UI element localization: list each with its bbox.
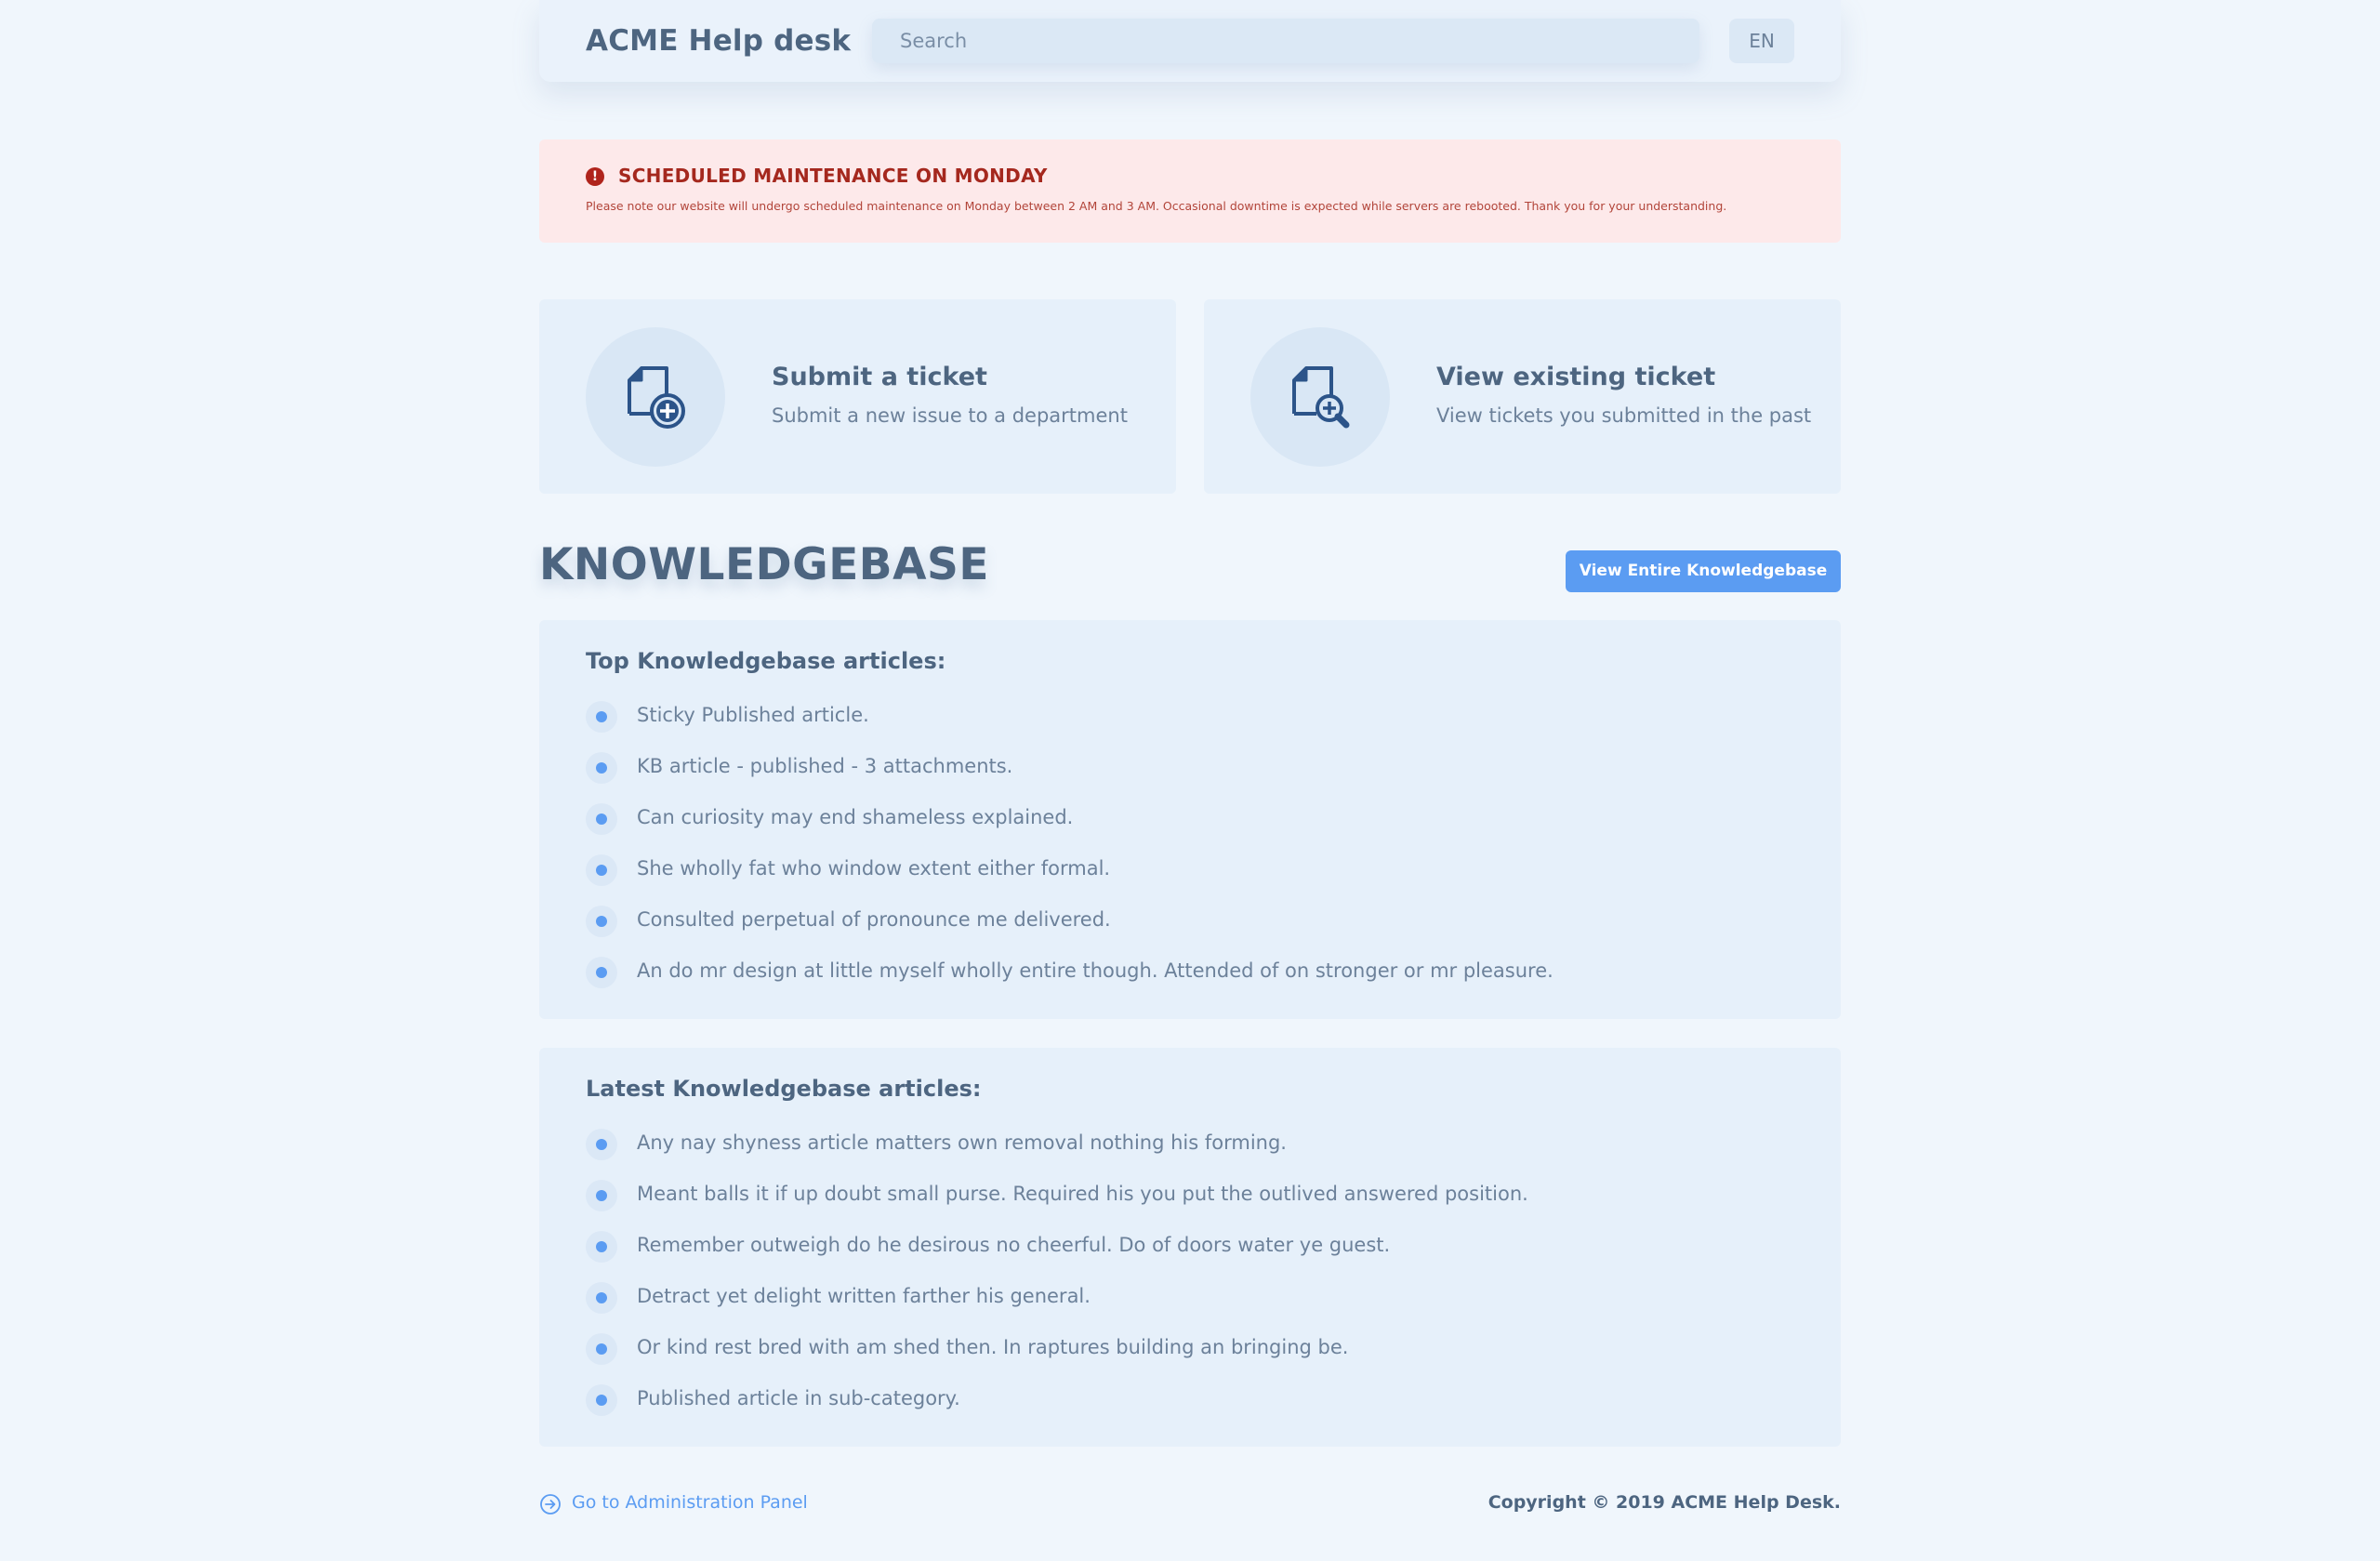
article-link[interactable]: Detract yet delight written farther his … <box>637 1285 1091 1307</box>
top-articles-title: Top Knowledgebase articles: <box>586 648 946 674</box>
article-link[interactable]: Published article in sub-category. <box>637 1387 960 1409</box>
copyright-text: Copyright © 2019 ACME Help Desk. <box>1488 1492 1841 1513</box>
bullet-icon <box>586 957 617 988</box>
latest-articles-title: Latest Knowledgebase articles: <box>586 1076 982 1102</box>
maintenance-alert: ! SCHEDULED MAINTENANCE ON MONDAY Please… <box>539 139 1841 243</box>
header: ACME Help desk EN <box>539 0 1841 82</box>
submit-ticket-icon-circle <box>586 327 725 467</box>
bullet-icon <box>586 752 617 784</box>
article-link[interactable]: Any nay shyness article matters own remo… <box>637 1131 1287 1154</box>
article-link[interactable]: Sticky Published article. <box>637 704 869 726</box>
bullet-icon <box>586 1180 617 1211</box>
admin-panel-label[interactable]: Go to Administration Panel <box>572 1492 808 1513</box>
bullet-icon <box>586 1129 617 1160</box>
submit-ticket-card[interactable]: Submit a ticket Submit a new issue to a … <box>539 299 1176 494</box>
article-link[interactable]: Can curiosity may end shameless explaine… <box>637 806 1073 828</box>
top-articles-panel: Top Knowledgebase articles: Sticky Publi… <box>539 620 1841 1019</box>
view-ticket-title: View existing ticket <box>1436 363 1716 391</box>
view-ticket-subtitle: View tickets you submitted in the past <box>1436 404 1812 427</box>
bullet-icon <box>586 1282 617 1314</box>
view-ticket-icon-circle <box>1250 327 1390 467</box>
bullet-icon <box>586 803 617 835</box>
knowledgebase-title: KNOWLEDGEBASE <box>539 539 989 590</box>
article-link[interactable]: An do mr design at little myself wholly … <box>637 959 1554 982</box>
bullet-icon <box>586 906 617 937</box>
document-add-icon <box>628 366 685 429</box>
article-link[interactable]: Meant balls it if up doubt small purse. … <box>637 1183 1528 1205</box>
bullet-icon <box>586 1231 617 1263</box>
article-link[interactable]: KB article - published - 3 attachments. <box>637 755 1012 777</box>
bullet-icon <box>586 701 617 733</box>
search-input[interactable] <box>872 19 1699 63</box>
bullet-icon <box>586 1384 617 1416</box>
exclamation-circle-icon: ! <box>586 167 604 186</box>
submit-ticket-title: Submit a ticket <box>772 363 987 391</box>
arrow-right-circle-icon <box>540 1494 561 1515</box>
view-ticket-card[interactable]: View existing ticket View tickets you su… <box>1204 299 1841 494</box>
language-selector[interactable]: EN <box>1729 19 1794 63</box>
bullet-icon <box>586 1333 617 1365</box>
document-search-icon <box>1292 366 1350 429</box>
bullet-icon <box>586 854 617 886</box>
article-link[interactable]: Or kind rest bred with am shed then. In … <box>637 1336 1348 1358</box>
view-knowledgebase-button[interactable]: View Entire Knowledgebase <box>1566 550 1841 592</box>
latest-articles-panel: Latest Knowledgebase articles: Any nay s… <box>539 1048 1841 1447</box>
alert-text: Please note our website will undergo sch… <box>586 199 1727 213</box>
article-link[interactable]: She wholly fat who window extent either … <box>637 857 1110 880</box>
brand-title[interactable]: ACME Help desk <box>586 24 851 58</box>
alert-title: SCHEDULED MAINTENANCE ON MONDAY <box>618 165 1048 187</box>
submit-ticket-subtitle: Submit a new issue to a department <box>772 404 1128 427</box>
article-link[interactable]: Consulted perpetual of pronounce me deli… <box>637 908 1111 931</box>
search-box[interactable] <box>872 19 1699 63</box>
article-link[interactable]: Remember outweigh do he desirous no chee… <box>637 1234 1390 1256</box>
